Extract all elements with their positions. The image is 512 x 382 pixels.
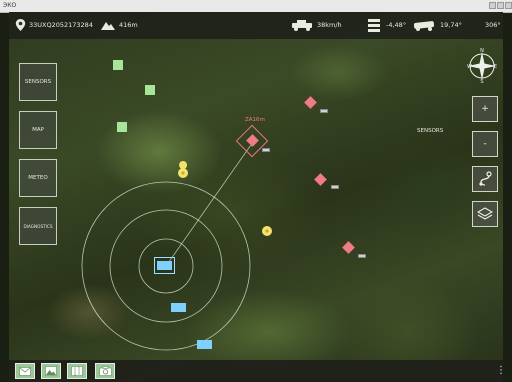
map-icon <box>71 366 83 376</box>
tilt-icon <box>368 19 380 32</box>
sensors-map-label: SENSORS <box>417 128 444 134</box>
layers-button[interactable] <box>472 201 498 227</box>
hostile-unit-2-tag <box>331 185 339 189</box>
friendly-unit-2[interactable] <box>145 85 155 95</box>
location-pin-icon <box>15 19 26 31</box>
more-icon[interactable]: ⋮ <box>496 363 506 379</box>
meteo-button[interactable]: METEO <box>19 159 57 197</box>
route-icon <box>479 171 492 186</box>
compass-icon[interactable]: N S E W <box>466 47 498 83</box>
route-button[interactable] <box>472 166 498 192</box>
compass-w: W <box>467 64 472 70</box>
hostile-unit-1-tag <box>320 109 328 113</box>
diagnostics-button[interactable]: DIAGNOSTICS <box>19 207 57 245</box>
mountain-icon <box>101 22 115 30</box>
mail-button[interactable] <box>15 363 35 379</box>
zoom-out-button[interactable]: - <box>472 131 498 157</box>
target-bearing-line <box>165 141 254 267</box>
tilt-value: -4,48° <box>386 21 407 29</box>
vehicle-speed-icon <box>292 20 312 31</box>
friendly-unit-3[interactable] <box>117 122 127 132</box>
compass-e: E <box>494 64 497 70</box>
status-bar: 33UXQ2052173284 416m 38km/h -4,48° 19,74… <box>9 12 503 39</box>
roll-icon <box>413 21 435 31</box>
zoom-out-icon: - <box>483 139 487 149</box>
compass-s: S <box>480 79 483 83</box>
friendly-vehicle-1[interactable] <box>171 303 186 312</box>
speed-value: 38km/h <box>317 21 342 29</box>
image-button[interactable] <box>41 363 61 379</box>
zoom-in-icon: + <box>481 104 489 114</box>
image-icon <box>45 366 57 376</box>
map-overlay <box>81 124 272 351</box>
window-title: ЭКО <box>3 2 17 9</box>
camera-icon <box>98 366 112 376</box>
mail-icon <box>19 366 31 376</box>
map-button[interactable]: MAP <box>19 111 57 149</box>
maximize-button[interactable] <box>497 2 504 9</box>
friendly-unit-1[interactable] <box>113 60 123 70</box>
target-distance-label: ZA16m <box>245 117 265 123</box>
own-vehicle[interactable] <box>157 261 172 270</box>
layers-icon <box>477 207 493 220</box>
friendly-vehicle-2[interactable] <box>197 340 212 349</box>
camera-button[interactable] <box>95 363 115 379</box>
map-view-button[interactable] <box>67 363 87 379</box>
grid-reference: 33UXQ2052173284 <box>29 21 93 29</box>
satellite-map[interactable]: ZA16m <box>9 12 503 382</box>
minimize-button[interactable] <box>489 2 496 9</box>
close-button[interactable] <box>505 2 512 9</box>
roll-value: 19,74° <box>440 21 462 29</box>
hostile-target-tag <box>262 148 270 152</box>
hostile-unit-3-tag <box>358 254 366 258</box>
altitude-value: 416m <box>119 21 138 29</box>
heading-value: 306° <box>485 21 501 29</box>
sensors-button[interactable]: SENSORS <box>19 63 57 101</box>
zoom-in-button[interactable]: + <box>472 96 498 122</box>
compass-n: N <box>480 48 484 54</box>
